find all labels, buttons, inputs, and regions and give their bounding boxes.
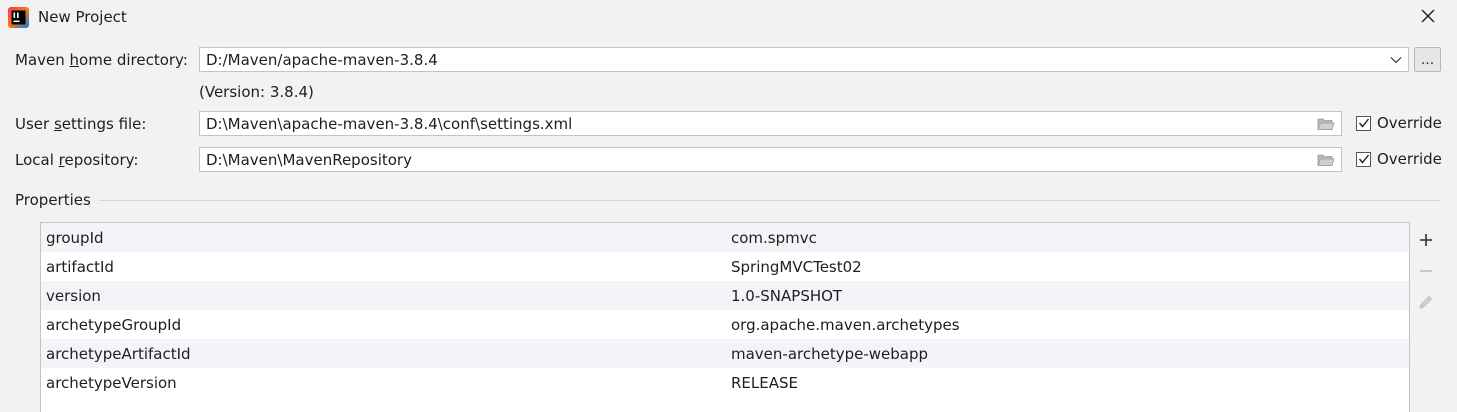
local-repository-override[interactable]: Override <box>1356 150 1442 168</box>
properties-table[interactable]: groupId com.spmvc artifactId SpringMVCTe… <box>40 222 1410 412</box>
property-value: org.apache.maven.archetypes <box>731 315 960 334</box>
property-value: 1.0-SNAPSHOT <box>731 286 843 305</box>
user-settings-override[interactable]: Override <box>1356 114 1442 132</box>
property-key: archetypeArtifactId <box>46 344 191 363</box>
title-bar: New Project <box>0 0 1457 36</box>
property-key: archetypeVersion <box>46 373 177 392</box>
property-key: archetypeGroupId <box>46 315 182 334</box>
pencil-icon <box>1418 294 1434 314</box>
close-button[interactable] <box>1414 6 1442 30</box>
user-settings-label: User settings file: <box>15 115 147 133</box>
table-row[interactable]: archetypeVersion RELEASE <box>41 368 1409 397</box>
local-repository-label: Local repository: <box>15 151 139 169</box>
intellij-icon <box>8 7 29 28</box>
folder-icon[interactable] <box>1311 149 1341 171</box>
maven-home-combobox[interactable]: D:/Maven/apache-maven-3.8.4 <box>199 47 1409 72</box>
property-value: maven-archetype-webapp <box>731 344 929 363</box>
maven-home-label: Maven home directory: <box>15 51 188 69</box>
table-row[interactable]: artifactId SpringMVCTest02 <box>41 252 1409 281</box>
add-property-button[interactable] <box>1412 226 1440 257</box>
chevron-down-icon[interactable] <box>1384 49 1408 71</box>
property-key: artifactId <box>46 257 114 276</box>
local-repository-override-label: Override <box>1377 150 1442 168</box>
properties-title: Properties <box>15 191 91 209</box>
section-divider <box>99 200 1441 201</box>
table-row[interactable]: archetypeGroupId org.apache.maven.archet… <box>41 310 1409 339</box>
local-repository-override-checkbox[interactable] <box>1356 151 1371 167</box>
properties-toolbar <box>1412 226 1440 319</box>
user-settings-override-checkbox[interactable] <box>1356 115 1371 131</box>
property-value: RELEASE <box>731 373 798 392</box>
table-row[interactable]: groupId com.spmvc <box>41 223 1409 252</box>
table-row[interactable]: archetypeArtifactId maven-archetype-weba… <box>41 339 1409 368</box>
maven-home-value: D:/Maven/apache-maven-3.8.4 <box>206 50 438 69</box>
minus-icon <box>1419 264 1433 282</box>
remove-property-button[interactable] <box>1412 257 1440 288</box>
window-title: New Project <box>38 8 127 26</box>
table-row[interactable]: version 1.0-SNAPSHOT <box>41 281 1409 310</box>
local-repository-field[interactable]: D:\Maven\MavenRepository <box>199 147 1342 172</box>
folder-icon[interactable] <box>1311 113 1341 135</box>
maven-home-browse-button[interactable]: ... <box>1414 47 1441 72</box>
user-settings-field[interactable]: D:\Maven\apache-maven-3.8.4\conf\setting… <box>199 111 1342 136</box>
maven-version-note: (Version: 3.8.4) <box>199 83 314 101</box>
plus-icon <box>1419 233 1433 251</box>
property-key: groupId <box>46 228 104 247</box>
user-settings-override-label: Override <box>1377 114 1442 132</box>
property-key: version <box>46 286 101 305</box>
edit-property-button[interactable] <box>1412 288 1440 319</box>
user-settings-value: D:\Maven\apache-maven-3.8.4\conf\setting… <box>206 114 573 133</box>
property-value: com.spmvc <box>731 228 817 247</box>
close-icon <box>1421 9 1435 27</box>
local-repository-value: D:\Maven\MavenRepository <box>206 150 412 169</box>
property-value: SpringMVCTest02 <box>731 257 862 276</box>
